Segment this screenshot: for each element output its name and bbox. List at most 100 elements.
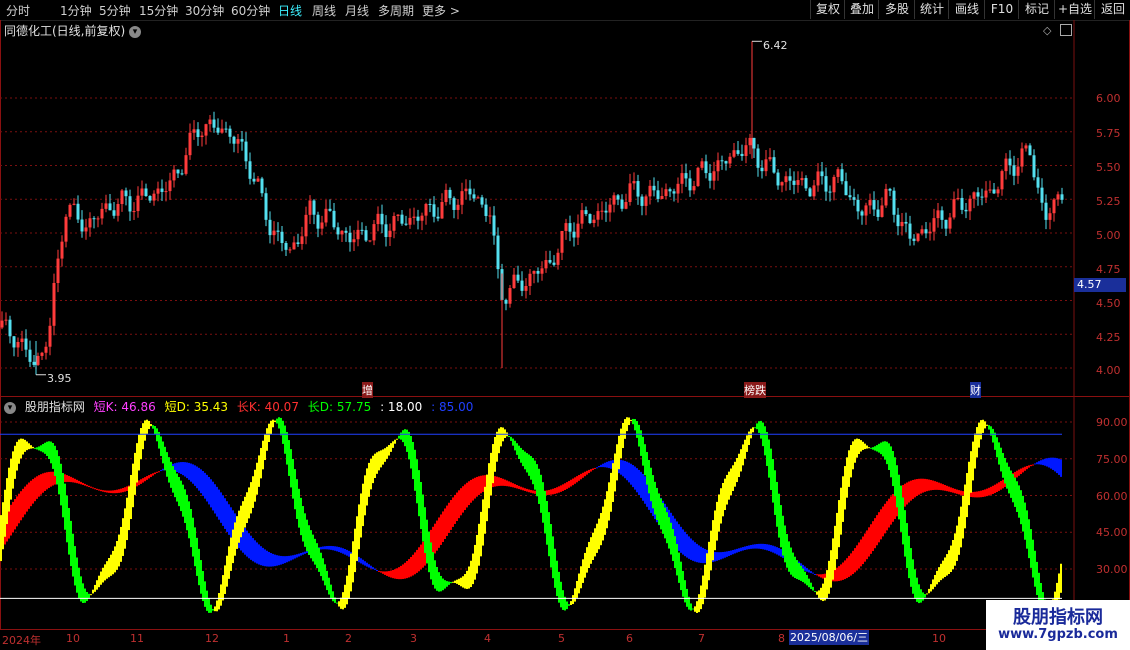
slow-band-segment [478, 476, 480, 495]
candle-body [644, 196, 648, 206]
fast-band-segment [308, 525, 310, 555]
candle-body [748, 137, 752, 146]
fast-band-segment [198, 548, 200, 586]
slow-band-segment [864, 533, 866, 562]
fast-band-segment [336, 602, 338, 604]
candle-body [848, 195, 852, 198]
fast-band-segment [958, 516, 960, 555]
fast-band-segment [624, 419, 626, 439]
chart-canvas[interactable] [0, 0, 1130, 650]
slow-band-segment [300, 553, 302, 556]
candle-body [232, 136, 236, 144]
slow-band-segment [732, 550, 734, 555]
indicator-axis-label: 90.00 [1096, 416, 1128, 429]
slow-band-segment [386, 571, 388, 576]
fast-band-segment [240, 505, 242, 538]
candle-body [296, 242, 300, 244]
candle-body [820, 171, 824, 177]
fast-band-segment [794, 556, 796, 579]
fast-band-segment [664, 507, 666, 539]
fast-band-segment [834, 525, 836, 571]
chevron-down-icon[interactable]: ▾ [129, 25, 142, 38]
candle-body [44, 346, 48, 353]
slow-band-segment [856, 545, 858, 571]
candle-body [624, 202, 628, 209]
candle-body [972, 192, 976, 199]
slow-band-segment [246, 530, 248, 557]
fast-band-segment [540, 474, 542, 513]
slow-band-segment [912, 479, 914, 499]
slow-band-segment [222, 495, 224, 526]
fast-band-segment [566, 601, 568, 610]
slow-band-segment [848, 555, 850, 577]
slow-band-segment [264, 549, 266, 567]
fast-band-segment [274, 420, 276, 423]
slow-band-segment [190, 463, 192, 482]
fast-band-segment [394, 439, 396, 444]
slow-band-segment [600, 464, 602, 468]
fast-band-segment [1038, 572, 1040, 603]
slow-band-segment [28, 482, 30, 509]
fast-band-segment [584, 552, 586, 578]
slow-band-segment [476, 476, 478, 497]
event-marker[interactable]: 增 [362, 382, 373, 398]
chevron-down-icon[interactable]: ▾ [4, 401, 16, 414]
fast-band-segment [654, 481, 656, 515]
candle-body [580, 210, 584, 224]
slow-band-segment [472, 478, 474, 501]
candle-body [236, 139, 240, 144]
candle-body [1048, 213, 1052, 220]
fast-band-segment [1028, 519, 1030, 559]
candle-body [672, 191, 676, 194]
candle-body [508, 288, 512, 304]
fast-band-segment [792, 552, 794, 577]
slow-band-segment [396, 568, 398, 579]
event-marker[interactable]: 财 [970, 382, 981, 398]
slow-band-segment [1018, 469, 1020, 476]
fast-band-segment [332, 591, 334, 602]
slow-band-segment [148, 475, 150, 479]
slow-band-segment [984, 489, 986, 497]
fast-band-segment [294, 469, 296, 510]
fast-band-segment [116, 541, 118, 570]
event-marker[interactable]: 榜跌 [744, 382, 766, 398]
slow-band-segment [932, 480, 934, 491]
fast-band-segment [552, 536, 554, 579]
slow-band-segment [268, 551, 270, 567]
fast-band-segment [712, 520, 714, 561]
fast-band-segment [788, 541, 790, 572]
fast-band-segment [278, 417, 280, 429]
candle-body [216, 127, 220, 133]
fast-band-segment [82, 583, 84, 603]
slow-band-segment [176, 462, 178, 473]
slow-band-segment [726, 551, 728, 557]
candle-body [272, 230, 276, 236]
slow-band-segment [834, 569, 836, 582]
slow-band-segment [228, 504, 230, 535]
fast-band-segment [366, 468, 368, 506]
candle-body [336, 227, 340, 235]
panel-toggle-icon[interactable] [1060, 24, 1072, 36]
fast-band-segment [518, 445, 520, 459]
candle-body [456, 204, 460, 210]
diamond-icon[interactable]: ◇ [1043, 24, 1051, 37]
fast-band-segment [778, 493, 780, 538]
candle-body [680, 173, 684, 184]
fast-band-segment [446, 581, 448, 587]
fast-band-segment [98, 575, 100, 588]
fast-band-segment [354, 528, 356, 573]
slow-band-segment [446, 505, 448, 536]
fast-band-segment [36, 447, 38, 450]
fast-band-segment [174, 469, 176, 498]
slow-band-segment [252, 538, 254, 562]
high-price-label: 6.42 [763, 39, 788, 52]
fast-band-segment [156, 428, 158, 442]
slow-band-segment [724, 551, 726, 558]
price-axis-label: 5.00 [1096, 229, 1121, 242]
fast-band-segment [944, 557, 946, 577]
fast-band-segment [988, 425, 990, 430]
slow-band-segment [220, 492, 222, 523]
candle-body [688, 178, 692, 191]
slow-band-segment [162, 468, 164, 471]
slow-band-segment [760, 543, 762, 549]
